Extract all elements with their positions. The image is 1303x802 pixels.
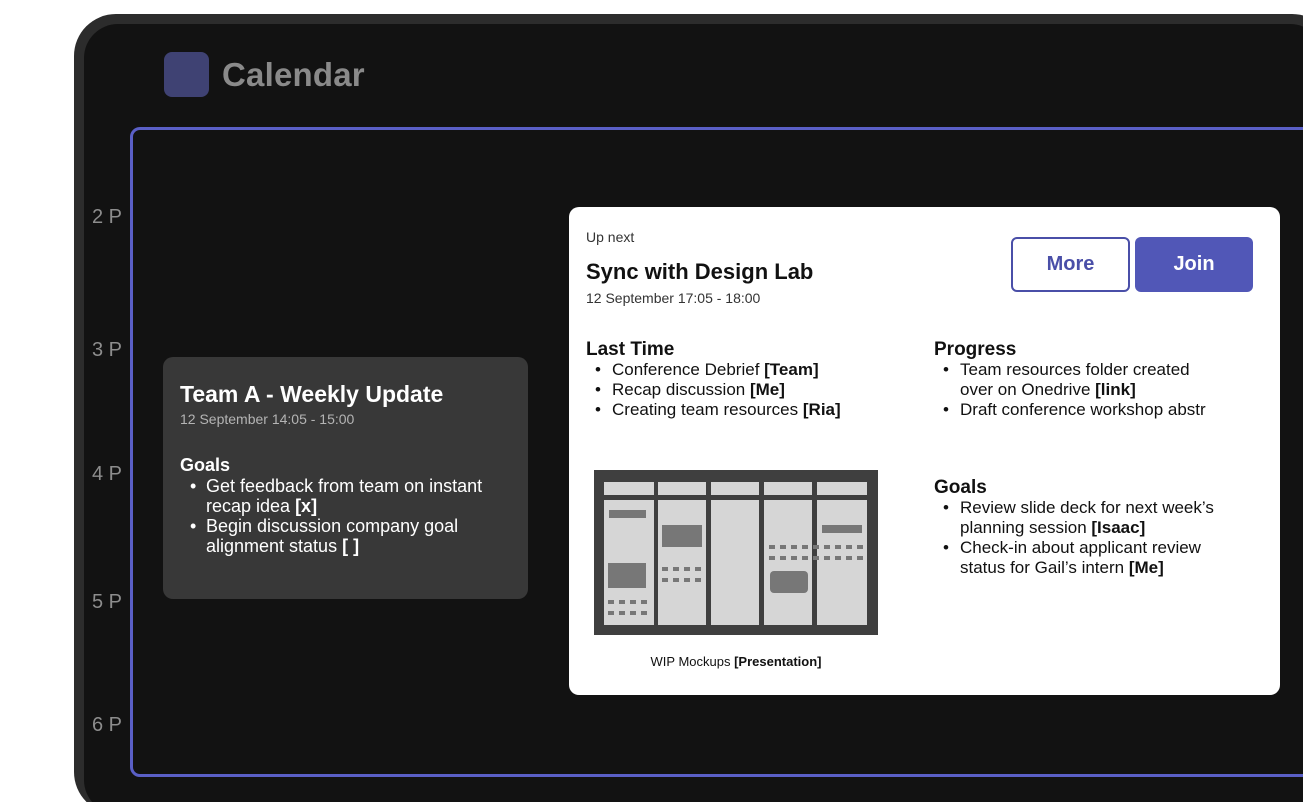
item-text: Draft conference workshop abstr [960,400,1206,419]
item-tag: [Me] [749,380,785,399]
list-item: Team resources folder createdover on One… [934,360,1206,400]
item-text: Team resources folder created [960,360,1190,379]
goal-tag: [ ] [342,536,360,556]
link-tag[interactable]: [link] [1095,380,1136,399]
item-text: Review slide deck for next week’s [960,498,1214,517]
list-item: Get feedback from team on instant recap … [180,476,511,516]
goal-tag: [x] [295,496,318,516]
item-text: planning session [960,518,1092,537]
next-goals-section: Goals Review slide deck for next week’sp… [934,478,1214,578]
caption-text: WIP Mockups [650,654,735,669]
next-goals-heading: Goals [934,477,987,498]
last-time-section: Last Time Conference Debrief [Team] Reca… [586,339,841,421]
item-tag: [Team] [764,360,819,379]
up-next-card: Up next Sync with Design Lab 12 Septembe… [569,207,1280,695]
item-text: status for Gail’s intern [960,558,1129,577]
item-tag: [Ria] [802,400,841,419]
mockup-column [817,500,867,625]
item-text: Check-in about applicant review [960,538,1201,557]
goal-text: Begin discussion company goal alignment … [206,516,459,556]
mockup-block [770,571,808,593]
mockup-dash [769,556,864,560]
event-title: Team A - Weekly Update [180,381,444,407]
mockup-header-cell [658,482,706,495]
mockup-block [822,525,862,533]
event-goals-list: Get feedback from team on instant recap … [180,476,511,556]
time-label-6pm: 6 P [92,714,123,736]
list-item: Conference Debrief [Team] [586,360,841,380]
list-item: Check-in about applicant reviewstatus fo… [934,538,1214,578]
mockup-header-cell [817,482,867,495]
time-label-4pm: 4 P [92,463,123,485]
app-title: Calendar [222,56,365,93]
item-text: Recap discussion [612,380,750,399]
goal-text: Get feedback from team on instant recap … [206,476,483,516]
list-item: Review slide deck for next week’splannin… [934,498,1214,538]
mockup-dash [608,611,648,615]
list-item: Begin discussion company goal alignment … [180,516,511,556]
item-text: over on Onedrive [960,380,1096,399]
item-tag: [Isaac] [1091,518,1146,537]
time-label-5pm: 5 P [92,591,123,613]
progress-heading: Progress [934,339,1017,360]
mockup-dash [662,567,702,571]
join-button[interactable]: Join [1135,237,1253,292]
progress-list: Team resources folder createdover on One… [934,360,1206,420]
event-card-team-a[interactable]: Team A - Weekly Update 12 September 14:0… [163,357,528,599]
mockup-column [764,500,812,625]
up-next-label: Up next [586,229,635,245]
wip-mockup-thumbnail[interactable] [594,470,878,635]
next-meeting-title: Sync with Design Lab [586,259,814,284]
list-item: Draft conference workshop abstr [934,400,1206,420]
event-time: 12 September 14:05 - 15:00 [180,411,355,427]
mockup-dash [608,600,648,604]
list-item: Creating team resources [Ria] [586,400,841,420]
progress-section: Progress Team resources folder createdov… [934,339,1206,421]
last-time-list: Conference Debrief [Team] Recap discussi… [586,360,841,420]
mockup-column [711,500,759,625]
attachment-caption: WIP Mockups [Presentation] [594,654,878,669]
item-tag: [Me] [1128,558,1164,577]
mockup-block [662,525,702,547]
mockup-block [609,510,646,518]
time-label-3pm: 3 P [92,339,123,361]
mockup-dash [662,578,702,582]
next-meeting-time: 12 September 17:05 - 18:00 [586,290,761,306]
mockup-column [658,500,706,625]
event-goals-heading: Goals [180,455,231,475]
mockup-block [608,563,646,588]
calendar-app-icon [164,52,209,97]
last-time-heading: Last Time [586,339,675,360]
attachment-link[interactable]: [Presentation] [734,654,821,669]
item-text: Creating team resources [612,400,803,419]
next-goals-list: Review slide deck for next week’splannin… [934,498,1214,578]
mockup-header-cell [711,482,759,495]
item-text: Conference Debrief [612,360,765,379]
more-button[interactable]: More [1011,237,1130,292]
time-label-2pm: 2 P [92,206,123,228]
list-item: Recap discussion [Me] [586,380,841,400]
mockup-dash [769,545,864,549]
mockup-header-cell [764,482,812,495]
mockup-header-cell [604,482,654,495]
